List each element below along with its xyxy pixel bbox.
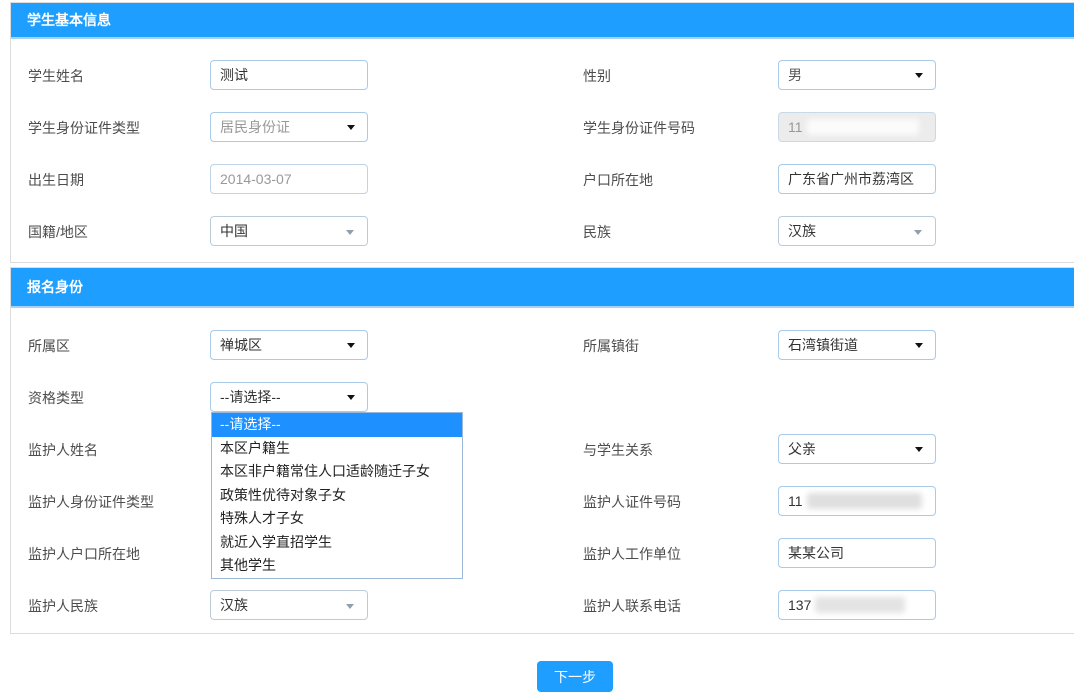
town-select[interactable]: 石湾镇街道 — [778, 330, 936, 360]
qualification-label: 资格类型 — [28, 388, 84, 408]
student-id-type-value: 居民身份证 — [220, 117, 290, 137]
student-basic-info-panel: 学生基本信息 学生姓名 测试 性别 男 学生身份证件类型 居民身份证 学生身份证… — [10, 2, 1074, 263]
birth-date-label: 出生日期 — [28, 170, 84, 190]
guardian-phone-value: 137 — [788, 597, 811, 613]
relationship-value: 父亲 — [788, 439, 816, 459]
district-select[interactable]: 禅城区 — [210, 330, 368, 360]
form-row: 出生日期 2014-03-07 户口所在地 广东省广州市荔湾区 — [11, 153, 1074, 205]
section-title: 学生基本信息 — [27, 10, 111, 30]
redaction-blur — [807, 493, 922, 509]
student-info-body: 学生姓名 测试 性别 男 学生身份证件类型 居民身份证 学生身份证件号码 11 … — [11, 39, 1074, 262]
gender-value: 男 — [788, 65, 802, 85]
guardian-employer-value: 某某公司 — [788, 543, 844, 563]
guardian-employer-input[interactable]: 某某公司 — [778, 538, 936, 568]
redaction-blur — [815, 597, 905, 613]
guardian-employer-label: 监护人工作单位 — [583, 544, 681, 564]
guardian-phone-input[interactable]: 137 — [778, 590, 936, 620]
next-step-button[interactable]: 下一步 — [537, 661, 613, 692]
form-row: 学生身份证件类型 居民身份证 学生身份证件号码 11 — [11, 101, 1074, 153]
form-row: 监护人身份证件类型 监护人证件号码 11 — [11, 475, 1074, 527]
district-label: 所属区 — [28, 336, 70, 356]
town-value: 石湾镇街道 — [788, 335, 858, 355]
registration-body: 所属区 禅城区 所属镇街 石湾镇街道 资格类型 --请选择-- --请选择--本… — [11, 308, 1074, 633]
dropdown-option[interactable]: 就近入学直招学生 — [212, 531, 462, 555]
residence-label: 户口所在地 — [583, 170, 653, 190]
nationality-select[interactable]: 中国 — [210, 216, 368, 246]
nationality-value: 中国 — [220, 221, 248, 241]
guardian-id-number-input[interactable]: 11 — [778, 486, 936, 516]
section-title: 报名身份 — [27, 277, 83, 297]
form-row: 学生姓名 测试 性别 男 — [11, 49, 1074, 101]
student-id-number-label: 学生身份证件号码 — [583, 118, 695, 138]
ethnicity-select[interactable]: 汉族 — [778, 216, 936, 246]
dropdown-option[interactable]: --请选择-- — [212, 413, 462, 437]
student-id-type-select[interactable]: 居民身份证 — [210, 112, 368, 142]
registration-identity-panel: 报名身份 所属区 禅城区 所属镇街 石湾镇街道 资格类型 --请选择-- --请… — [10, 267, 1074, 634]
redaction-blur — [807, 119, 919, 135]
form-row: 监护人户口所在地 监护人工作单位 某某公司 — [11, 527, 1074, 579]
relationship-label: 与学生关系 — [583, 440, 653, 460]
guardian-ethnicity-label: 监护人民族 — [28, 596, 98, 616]
student-name-label: 学生姓名 — [28, 66, 84, 86]
qualification-dropdown: --请选择--本区户籍生本区非户籍常住人口适龄随迁子女政策性优待对象子女特殊人才… — [211, 412, 463, 579]
guardian-id-number-value: 11 — [788, 493, 803, 509]
town-label: 所属镇街 — [583, 336, 639, 356]
form-footer: 下一步 — [0, 634, 1074, 698]
form-row: 资格类型 --请选择-- --请选择--本区户籍生本区非户籍常住人口适龄随迁子女… — [11, 371, 1074, 423]
nationality-label: 国籍/地区 — [28, 222, 88, 242]
dropdown-option[interactable]: 本区非户籍常住人口适龄随迁子女 — [212, 460, 462, 484]
guardian-residence-label: 监护人户口所在地 — [28, 544, 140, 564]
birth-date-value: 2014-03-07 — [220, 171, 292, 187]
guardian-ethnicity-value: 汉族 — [220, 595, 248, 615]
birth-date-input[interactable]: 2014-03-07 — [210, 164, 368, 194]
student-id-number-input[interactable]: 11 — [778, 112, 936, 142]
form-row: 国籍/地区 中国 民族 汉族 — [11, 205, 1074, 257]
guardian-ethnicity-select[interactable]: 汉族 — [210, 590, 368, 620]
form-row: 监护人姓名 与学生关系 父亲 — [11, 423, 1074, 475]
student-name-value: 测试 — [220, 65, 248, 85]
section-header-registration: 报名身份 — [11, 268, 1074, 308]
dropdown-option[interactable]: 特殊人才子女 — [212, 507, 462, 531]
guardian-id-type-label: 监护人身份证件类型 — [28, 492, 154, 512]
residence-value: 广东省广州市荔湾区 — [788, 169, 914, 189]
student-id-number-value: 11 — [788, 119, 803, 135]
gender-select[interactable]: 男 — [778, 60, 936, 90]
dropdown-option[interactable]: 其他学生 — [212, 554, 462, 578]
ethnicity-value: 汉族 — [788, 221, 816, 241]
dropdown-option[interactable]: 政策性优待对象子女 — [212, 484, 462, 508]
student-name-input[interactable]: 测试 — [210, 60, 368, 90]
district-value: 禅城区 — [220, 335, 262, 355]
form-row: 所属区 禅城区 所属镇街 石湾镇街道 — [11, 319, 1074, 371]
qualification-value: --请选择-- — [220, 387, 281, 407]
student-id-type-label: 学生身份证件类型 — [28, 118, 140, 138]
qualification-select[interactable]: --请选择-- — [210, 382, 368, 412]
dropdown-option[interactable]: 本区户籍生 — [212, 437, 462, 461]
guardian-phone-label: 监护人联系电话 — [583, 596, 681, 616]
relationship-select[interactable]: 父亲 — [778, 434, 936, 464]
guardian-name-label: 监护人姓名 — [28, 440, 98, 460]
guardian-id-number-label: 监护人证件号码 — [583, 492, 681, 512]
residence-input[interactable]: 广东省广州市荔湾区 — [778, 164, 936, 194]
section-header-student-info: 学生基本信息 — [11, 3, 1074, 39]
ethnicity-label: 民族 — [583, 222, 611, 242]
form-row: 监护人民族 汉族 监护人联系电话 137 — [11, 579, 1074, 631]
gender-label: 性别 — [583, 66, 611, 86]
